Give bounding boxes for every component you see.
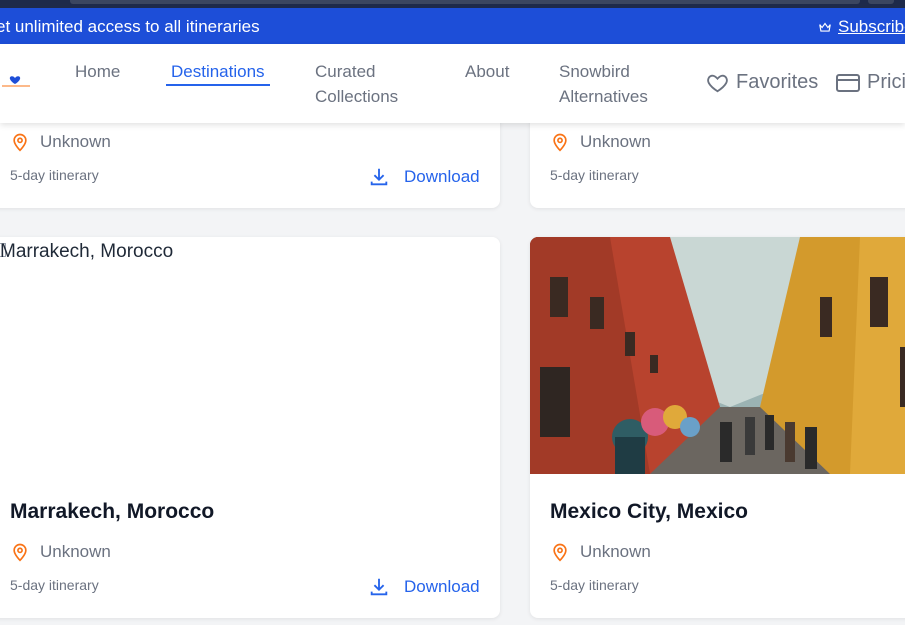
main-navigation: Home Destinations Curated Collections Ab…: [0, 44, 905, 123]
browser-top-strip: [0, 0, 905, 8]
card-location: Unknown: [10, 131, 111, 153]
nav-home[interactable]: Home: [75, 59, 120, 84]
map-pin-icon: [553, 543, 567, 562]
map-pin-icon: [13, 133, 27, 152]
favorites-link[interactable]: Favorites: [706, 71, 818, 94]
crown-icon: [819, 22, 831, 32]
nav-about[interactable]: About: [465, 59, 509, 84]
nav-curated-collections[interactable]: Curated Collections: [315, 59, 425, 109]
horizontal-scrollbar[interactable]: [70, 0, 860, 4]
map-pin-icon: [13, 543, 27, 562]
map-pin-icon: [553, 133, 567, 152]
card-duration: 5-day itinerary: [10, 167, 99, 183]
download-icon: [370, 168, 388, 186]
card-duration: 5-day itinerary: [10, 577, 99, 593]
download-button[interactable]: Download: [368, 576, 480, 598]
destination-card-mexico-city[interactable]: Mexico City, Mexico Unknown 5-day itiner…: [530, 237, 905, 618]
subscribe-label: Subscribe: [838, 17, 905, 36]
nav-destinations[interactable]: Destinations: [166, 59, 270, 86]
card-title[interactable]: Marrakech, Morocco: [10, 500, 214, 524]
download-icon: [370, 578, 388, 596]
card-location: Unknown: [550, 131, 651, 153]
card-image-broken: Marrakech, Morocco: [0, 237, 500, 474]
scrollbar-end: [868, 0, 894, 4]
pricing-link[interactable]: Pricing: [836, 71, 905, 94]
card-duration: 5-day itinerary: [550, 577, 639, 593]
subscribe-link[interactable]: Subscribe: [818, 17, 905, 37]
card-duration: 5-day itinerary: [550, 167, 639, 183]
promo-message: et unlimited access to all itineraries: [0, 17, 260, 36]
card-photo-street: [530, 237, 905, 474]
credit-card-icon: [836, 73, 860, 92]
destination-card-marrakech[interactable]: Marrakech, Morocco Marrakech, Morocco Un…: [0, 237, 500, 618]
card-location: Unknown: [10, 541, 111, 563]
heart-logo-icon: [2, 76, 30, 87]
nav-snowbird-alternatives[interactable]: Snowbird Alternatives: [559, 59, 679, 109]
download-button[interactable]: Download: [368, 166, 480, 188]
image-alt-text: Marrakech, Morocco: [0, 241, 174, 262]
card-location: Unknown: [550, 541, 651, 563]
promo-banner: et unlimited access to all itineraries S…: [0, 8, 905, 44]
logo[interactable]: [0, 74, 32, 90]
heart-icon: [707, 74, 728, 92]
card-title[interactable]: Mexico City, Mexico: [550, 500, 748, 524]
